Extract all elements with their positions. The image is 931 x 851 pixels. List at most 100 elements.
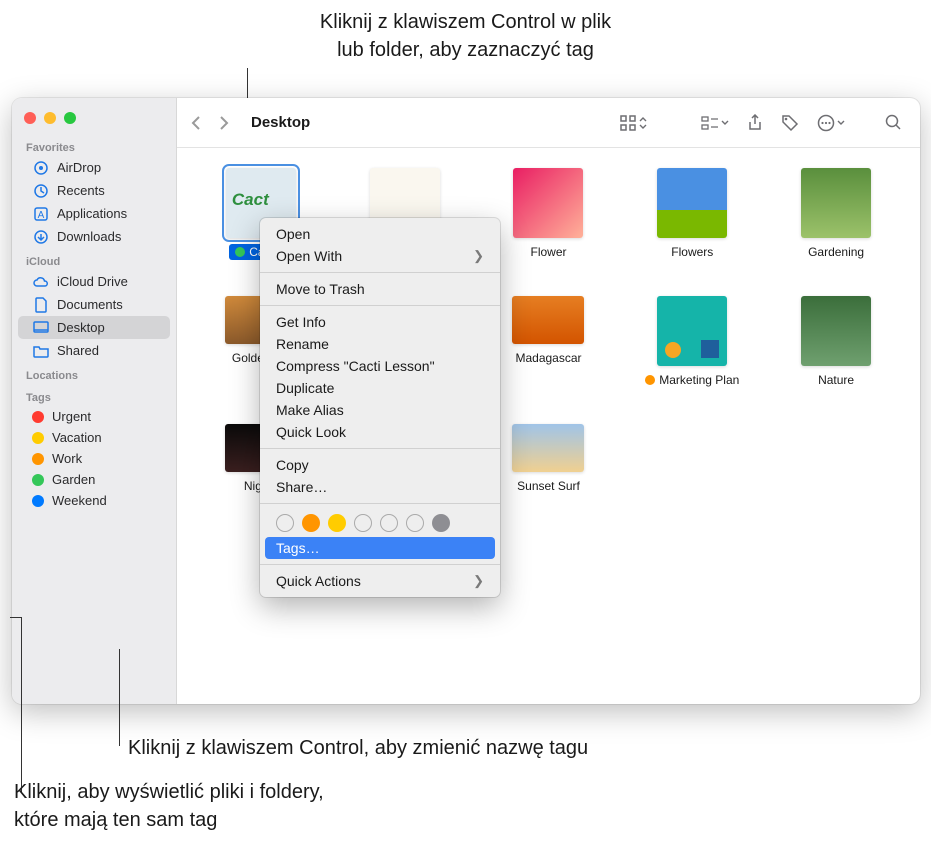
- sidebar-tag-weekend[interactable]: Weekend: [18, 490, 170, 511]
- sidebar-item-shared[interactable]: Shared: [18, 339, 170, 362]
- file-label-text: Nature: [818, 373, 854, 387]
- sidebar-tag-urgent[interactable]: Urgent: [18, 406, 170, 427]
- zoom-button[interactable]: [64, 112, 76, 124]
- context-menu-item[interactable]: Get Info: [260, 311, 500, 333]
- sidebar-item-label: Work: [52, 451, 82, 466]
- back-button[interactable]: [191, 115, 201, 131]
- context-menu-item[interactable]: Move to Trash: [260, 278, 500, 300]
- file-item[interactable]: Gardening: [776, 168, 896, 260]
- file-label: Gardening: [802, 244, 870, 260]
- search-button[interactable]: [879, 111, 908, 134]
- close-button[interactable]: [24, 112, 36, 124]
- context-menu-item-label: Quick Look: [276, 424, 346, 440]
- context-menu-tag-circle[interactable]: [328, 514, 346, 532]
- download-icon: [32, 228, 49, 245]
- context-menu-tag-circle[interactable]: [276, 514, 294, 532]
- context-menu-item[interactable]: Quick Look: [260, 421, 500, 443]
- toolbar: Desktop: [177, 98, 920, 148]
- sidebar-item-label: Desktop: [57, 320, 105, 335]
- file-label-text: Gardening: [808, 245, 864, 259]
- context-menu-item-label: Get Info: [276, 314, 326, 330]
- file-tag-dot: [235, 247, 245, 257]
- context-menu-item[interactable]: Copy: [260, 454, 500, 476]
- sidebar-header-icloud: iCloud: [12, 248, 176, 270]
- file-label: Marketing Plan: [639, 372, 745, 388]
- airdrop-icon: [32, 159, 49, 176]
- tag-dot-orange: [32, 453, 44, 465]
- file-item[interactable]: Sunset Surf: [489, 424, 609, 494]
- context-menu-item-label: Open: [276, 226, 310, 242]
- minimize-button[interactable]: [44, 112, 56, 124]
- file-label-text: Flowers: [671, 245, 713, 259]
- file-label: Flower: [524, 244, 572, 260]
- context-menu-item[interactable]: Share…: [260, 476, 500, 498]
- more-button[interactable]: [811, 111, 851, 135]
- sidebar-item-recents[interactable]: Recents: [18, 179, 170, 202]
- file-item[interactable]: Marketing Plan: [632, 296, 752, 388]
- context-menu-item[interactable]: Quick Actions❯: [260, 570, 500, 592]
- shared-folder-icon: [32, 342, 49, 359]
- chevron-right-icon: ❯: [473, 248, 484, 264]
- forward-button[interactable]: [219, 115, 229, 131]
- sidebar-item-airdrop[interactable]: AirDrop: [18, 156, 170, 179]
- sidebar-item-label: Applications: [57, 206, 127, 221]
- context-menu-item[interactable]: Open With❯: [260, 245, 500, 267]
- file-thumbnail: [512, 424, 584, 472]
- sidebar-item-desktop[interactable]: Desktop: [18, 316, 170, 339]
- context-menu-tag-circle[interactable]: [380, 514, 398, 532]
- file-label: Sunset Surf: [511, 478, 586, 494]
- apps-icon: A: [32, 205, 49, 222]
- sidebar-item-label: Recents: [57, 183, 105, 198]
- file-item[interactable]: Madagascar: [489, 296, 609, 388]
- context-menu-item-label: Quick Actions: [276, 573, 361, 589]
- sidebar-item-documents[interactable]: Documents: [18, 293, 170, 316]
- nav-arrows: [191, 115, 229, 131]
- sidebar-tag-work[interactable]: Work: [18, 448, 170, 469]
- callout-bottom-2-l2: które mają ten sam tag: [14, 806, 324, 834]
- sidebar-tag-garden[interactable]: Garden: [18, 469, 170, 490]
- context-menu-item[interactable]: Make Alias: [260, 399, 500, 421]
- sidebar-item-downloads[interactable]: Downloads: [18, 225, 170, 248]
- context-menu-item[interactable]: Tags…: [265, 537, 495, 559]
- callout-leader-1: [119, 649, 120, 746]
- context-menu-item[interactable]: Duplicate: [260, 377, 500, 399]
- clock-icon: [32, 182, 49, 199]
- view-icon-button[interactable]: [613, 111, 653, 135]
- tag-dot-green: [32, 474, 44, 486]
- file-label-text: Flower: [530, 245, 566, 259]
- context-menu-item-label: Duplicate: [276, 380, 334, 396]
- context-menu-item[interactable]: Compress "Cacti Lesson": [260, 355, 500, 377]
- sidebar-item-iclouddrive[interactable]: iCloud Drive: [18, 270, 170, 293]
- context-menu-item-label: Copy: [276, 457, 309, 473]
- sidebar-tag-vacation[interactable]: Vacation: [18, 427, 170, 448]
- file-thumbnail: [801, 296, 871, 366]
- file-thumbnail: [513, 168, 583, 238]
- context-menu: Open Open With❯ Move to Trash Get Info Renam…: [260, 218, 500, 597]
- context-menu-item[interactable]: Open: [260, 223, 500, 245]
- document-icon: [32, 296, 49, 313]
- desktop-icon: [32, 319, 49, 336]
- share-button[interactable]: [741, 111, 769, 135]
- file-item[interactable]: Flower: [489, 168, 609, 260]
- context-menu-tag-circle[interactable]: [432, 514, 450, 532]
- sidebar-item-label: AirDrop: [57, 160, 101, 175]
- context-menu-item[interactable]: Rename: [260, 333, 500, 355]
- context-menu-item-label: Compress "Cacti Lesson": [276, 358, 435, 374]
- sidebar-item-label: Vacation: [52, 430, 102, 445]
- context-menu-item-label: Make Alias: [276, 402, 344, 418]
- tags-button[interactable]: [775, 111, 805, 135]
- context-menu-tag-circle[interactable]: [302, 514, 320, 532]
- file-item[interactable]: Flowers: [632, 168, 752, 260]
- context-menu-tag-circle[interactable]: [406, 514, 424, 532]
- context-menu-tag-row: [260, 509, 500, 537]
- context-menu-tag-circle[interactable]: [354, 514, 372, 532]
- toolbar-title: Desktop: [251, 114, 310, 131]
- file-item[interactable]: Nature: [776, 296, 896, 388]
- sidebar-item-label: Downloads: [57, 229, 121, 244]
- sidebar-item-label: Urgent: [52, 409, 91, 424]
- sidebar-item-applications[interactable]: A Applications: [18, 202, 170, 225]
- callout-leader-2: [21, 617, 22, 793]
- context-menu-item-label: Move to Trash: [276, 281, 365, 297]
- group-button[interactable]: [695, 113, 735, 133]
- sidebar-item-label: Weekend: [52, 493, 107, 508]
